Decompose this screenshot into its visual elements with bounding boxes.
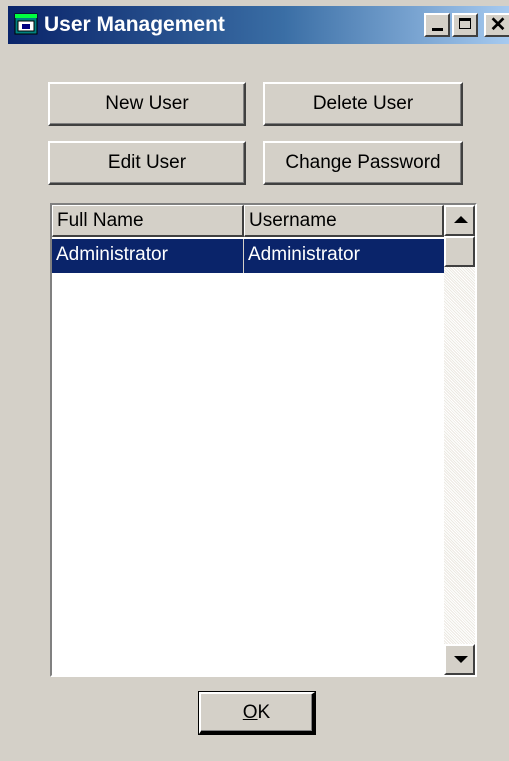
users-list-content: Full Name Username Administrator Adminis… <box>52 205 444 675</box>
scroll-down-button[interactable] <box>444 644 475 675</box>
user-management-window: User Management ✕ New User Delete User E… <box>0 0 509 761</box>
arrow-down-icon <box>454 656 468 663</box>
scrollbar-thumb[interactable] <box>444 236 475 267</box>
close-icon: ✕ <box>489 14 507 36</box>
change-password-button[interactable]: Change Password <box>263 141 463 185</box>
title-bar[interactable]: User Management ✕ <box>8 6 509 44</box>
edit-user-button[interactable]: Edit User <box>48 141 246 185</box>
column-header-full-name[interactable]: Full Name <box>52 205 244 237</box>
close-button[interactable]: ✕ <box>484 13 509 37</box>
cell-username: Administrator <box>248 244 360 265</box>
maximize-button[interactable] <box>452 13 478 37</box>
minimize-button[interactable] <box>424 13 450 37</box>
window-title: User Management <box>44 13 225 36</box>
ok-button[interactable]: OK <box>198 691 316 735</box>
arrow-up-icon <box>454 216 468 223</box>
delete-user-button[interactable]: Delete User <box>263 82 463 126</box>
ok-label-rest: K <box>257 702 271 723</box>
maximize-icon <box>459 18 471 29</box>
ok-mnemonic: O <box>242 702 258 723</box>
table-header: Full Name Username <box>52 205 444 237</box>
cell-full-name: Administrator <box>52 239 244 273</box>
minimize-icon <box>432 28 443 31</box>
users-list[interactable]: Full Name Username Administrator Adminis… <box>50 203 477 677</box>
scroll-up-button[interactable] <box>444 205 475 236</box>
new-user-button[interactable]: New User <box>48 82 246 126</box>
column-header-username[interactable]: Username <box>244 205 444 237</box>
table-row[interactable]: Administrator Administrator <box>52 239 444 273</box>
app-window-icon[interactable] <box>14 12 38 36</box>
vertical-scrollbar[interactable] <box>444 205 475 675</box>
